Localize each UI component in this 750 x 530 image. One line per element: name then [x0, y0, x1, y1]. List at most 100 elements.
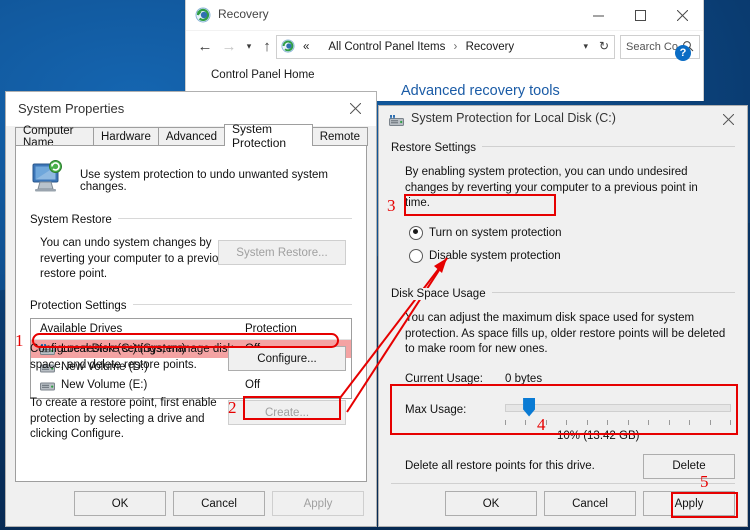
tab-remote[interactable]: Remote [311, 127, 368, 146]
forward-arrow-icon[interactable]: → [218, 35, 240, 57]
minimize-icon[interactable] [577, 0, 619, 30]
tab-advanced[interactable]: Advanced [157, 127, 226, 146]
disk-space-usage-description: You can adjust the maximum disk space us… [405, 312, 726, 356]
column-available-drives: Available Drives [40, 323, 123, 335]
delete-restore-points-row: Delete all restore points for this drive… [405, 453, 735, 484]
protection-settings-group-header: Protection Settings [30, 296, 352, 312]
maximize-icon[interactable] [619, 0, 661, 30]
turn-on-system-protection-radio[interactable]: Turn on system protection [409, 225, 735, 240]
radio-unselected-icon [409, 248, 423, 263]
current-usage-value: 0 bytes [505, 372, 543, 385]
max-usage-label: Max Usage: [405, 403, 467, 416]
system-protection-tab-panel: Use system protection to undo unwanted s… [15, 145, 367, 482]
max-usage-value: 10% (13.42 GB) [557, 429, 640, 442]
system-restore-description: You can undo system changes by reverting… [40, 237, 231, 281]
system-properties-title: System Properties [18, 101, 125, 116]
close-icon[interactable] [713, 108, 743, 130]
current-usage-label: Current Usage: [405, 372, 483, 385]
radio-selected-icon [409, 225, 423, 240]
delete-description: Delete all restore points for this drive… [405, 459, 595, 472]
tab-system-protection[interactable]: System Protection [224, 122, 313, 150]
radio-label: Disable system protection [429, 249, 561, 262]
restore-settings-group: Restore Settings By enabling system prot… [391, 138, 735, 263]
up-arrow-icon[interactable]: ↑ [256, 35, 278, 57]
footer-divider [391, 483, 735, 484]
protection-settings-group: Protection Settings Available Drives Pro… [30, 296, 352, 471]
restore-settings-group-header: Restore Settings [391, 138, 735, 154]
column-protection: Protection [245, 323, 297, 335]
recovery-navigation-bar: ← → ▾ ↑ « All Control Panel Items › Reco… [186, 31, 703, 61]
control-panel-home-link[interactable]: Control Panel Home [211, 69, 315, 81]
create-description: To create a restore point, first enable … [30, 397, 217, 441]
system-drive-icon [389, 113, 404, 126]
recovery-icon [195, 7, 211, 23]
disable-system-protection-radio[interactable]: Disable system protection [409, 248, 735, 263]
annotation-number-2: 2 [228, 398, 237, 417]
slider-track [505, 403, 731, 412]
tab-bar: Computer Name Hardware Advanced System P… [15, 122, 368, 150]
drive-protection-cell: Off [245, 379, 261, 391]
system-protection-dialog-footer: OK Cancel Apply [445, 491, 735, 516]
restore-settings-group-title: Restore Settings [391, 142, 483, 154]
system-properties-dialog: System Properties Computer Name Hardware… [5, 91, 377, 527]
tab-hardware[interactable]: Hardware [93, 127, 159, 146]
drive-name-cell: New Volume (E:) [40, 379, 245, 391]
system-restore-group-header: System Restore [30, 210, 352, 226]
delete-button[interactable]: Delete [643, 453, 735, 479]
help-icon[interactable]: ? [675, 45, 691, 61]
hero-row: Use system protection to undo unwanted s… [30, 160, 366, 199]
configure-description: Configure restore settings, manage disk … [30, 343, 234, 371]
recovery-title: Recovery [218, 7, 269, 21]
window-controls [577, 0, 703, 30]
ok-button[interactable]: OK [74, 491, 166, 516]
hero-text: Use system protection to undo unwanted s… [80, 169, 329, 193]
ok-button[interactable]: OK [445, 491, 537, 516]
system-restore-group: System Restore You can undo system chang… [30, 210, 352, 280]
configure-button[interactable]: Configure... [228, 346, 346, 371]
cancel-button[interactable]: Cancel [544, 491, 636, 516]
back-arrow-icon[interactable]: ← [194, 35, 216, 57]
breadcrumb[interactable]: « All Control Panel Items › Recovery [303, 41, 514, 53]
system-properties-title-bar: System Properties [6, 92, 376, 126]
annotation-number-3: 3 [387, 196, 396, 215]
system-restore-button[interactable]: System Restore... [218, 240, 346, 265]
recovery-title-bar: Recovery [186, 0, 703, 31]
apply-button[interactable]: Apply [643, 491, 735, 516]
system-protection-dialog-title: System Protection for Local Disk (C:) [411, 111, 616, 125]
drive-label: New Volume (E:) [61, 379, 148, 391]
address-chevron-down-icon[interactable]: ▾ [583, 41, 588, 52]
create-button[interactable]: Create... [228, 400, 346, 425]
drive-icon [40, 380, 55, 391]
breadcrumb-item-0[interactable]: All Control Panel Items [328, 41, 445, 53]
system-protection-icon [30, 160, 66, 199]
slider-thumb[interactable] [523, 397, 536, 417]
address-recovery-icon [281, 39, 297, 55]
apply-button[interactable]: Apply [272, 491, 364, 516]
system-properties-footer: OK Cancel Apply [74, 491, 364, 516]
current-usage-row: Current Usage: 0 bytes [405, 372, 735, 388]
refresh-icon[interactable]: ↻ [599, 39, 609, 53]
address-bar[interactable]: « All Control Panel Items › Recovery ▾ ↻ [276, 35, 615, 59]
annotation-number-5: 5 [700, 472, 709, 491]
breadcrumb-prefix: « [303, 41, 310, 53]
breadcrumb-item-1[interactable]: Recovery [466, 41, 515, 53]
disk-space-usage-group: Disk Space Usage You can adjust the maxi… [391, 284, 735, 484]
tab-computer-name[interactable]: Computer Name [15, 125, 94, 149]
drives-header-row: Available Drives Protection [31, 319, 351, 340]
radio-label: Turn on system protection [429, 226, 562, 239]
disk-space-usage-group-title: Disk Space Usage [391, 288, 492, 300]
annotation-number-4: 4 [537, 415, 546, 434]
cancel-button[interactable]: Cancel [173, 491, 265, 516]
close-icon[interactable] [661, 0, 703, 30]
system-protection-dialog: System Protection for Local Disk (C:) Re… [378, 105, 748, 527]
breadcrumb-sep-1 [318, 41, 321, 53]
system-restore-group-title: System Restore [30, 214, 118, 226]
disk-space-usage-group-header: Disk Space Usage [391, 284, 735, 300]
restore-settings-description: By enabling system protection, you can u… [405, 166, 698, 210]
breadcrumb-sep-2: › [453, 41, 458, 53]
system-protection-title-bar: System Protection for Local Disk (C:) [379, 106, 747, 132]
annotation-number-1: 1 [15, 331, 24, 350]
close-icon[interactable] [334, 92, 376, 124]
advanced-recovery-tools-heading: Advanced recovery tools [401, 83, 560, 99]
recovery-window: Recovery ← → ▾ ↑ « All Control Panel Ite… [185, 0, 704, 101]
